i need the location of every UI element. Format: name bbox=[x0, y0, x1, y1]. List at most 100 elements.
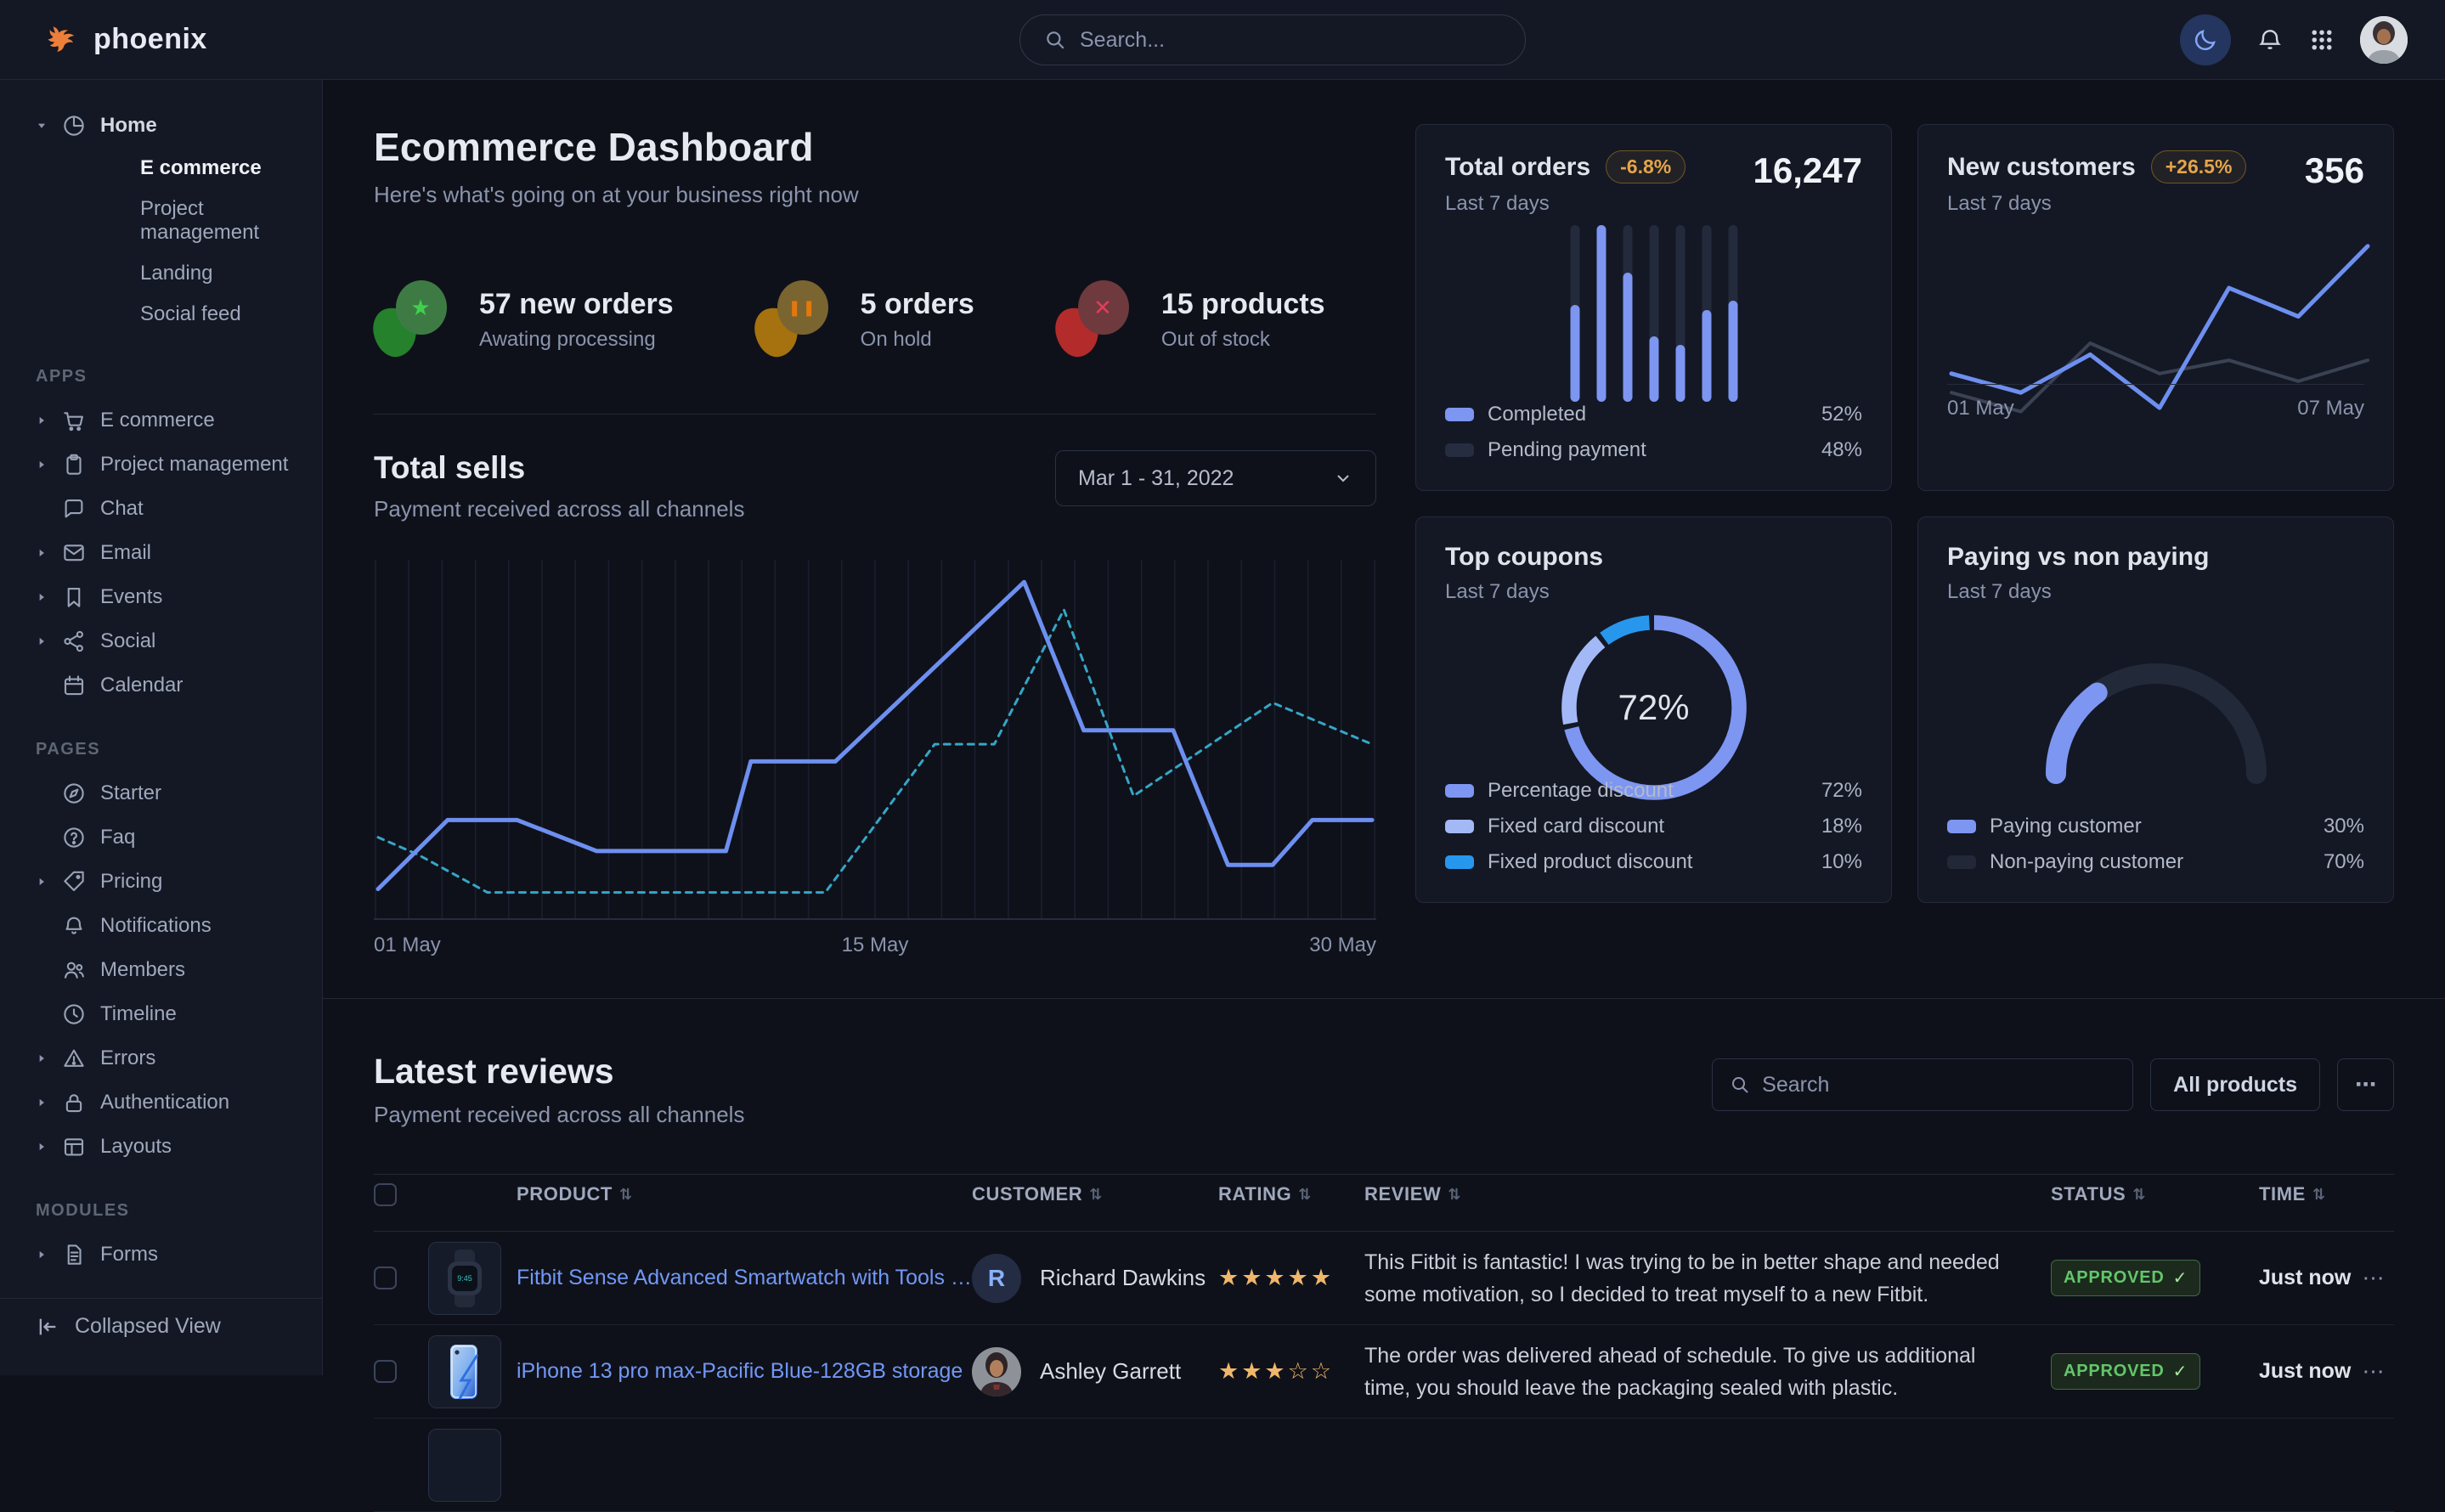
sidebar-item-timeline[interactable]: Timeline bbox=[0, 992, 322, 1036]
sidebar-subitem-e-commerce[interactable]: E commerce bbox=[0, 148, 322, 189]
legend-swatch bbox=[1445, 408, 1474, 421]
sort-icon: ⇅ bbox=[1448, 1186, 1461, 1204]
new-customers-card: New customers +26.5% Last 7 days 356 01 … bbox=[1917, 124, 2394, 491]
global-search[interactable] bbox=[1019, 14, 1526, 65]
card-period: Last 7 days bbox=[1947, 580, 2364, 604]
product-link[interactable]: Fitbit Sense Advanced Smartwatch with To… bbox=[517, 1266, 972, 1290]
reviews-subtitle: Payment received across all channels bbox=[374, 1102, 744, 1128]
review-time: Just now bbox=[2259, 1359, 2352, 1384]
sidebar-item-pricing[interactable]: Pricing bbox=[0, 860, 322, 904]
column-header-rating[interactable]: RATING⇅ bbox=[1218, 1183, 1364, 1205]
theme-toggle-button[interactable] bbox=[2180, 14, 2231, 65]
sidebar-item-label: Errors bbox=[100, 1047, 155, 1070]
question-icon bbox=[61, 825, 87, 850]
orders-bar-chart bbox=[1570, 225, 1737, 402]
reviews-title: Latest reviews bbox=[374, 1052, 744, 1092]
sort-icon: ⇅ bbox=[1089, 1186, 1103, 1204]
sidebar-subitem-project-management[interactable]: Project management bbox=[0, 189, 322, 253]
warning-icon bbox=[61, 1046, 87, 1071]
review-time: Just now bbox=[2259, 1266, 2352, 1290]
sidebar-item-label: Forms bbox=[100, 1243, 158, 1267]
new-customers-x-axis: 01 May 07 May bbox=[1947, 384, 2364, 420]
sidebar-item-email[interactable]: Email bbox=[0, 531, 322, 575]
order-bar bbox=[1596, 225, 1606, 402]
sidebar-item-label: Calendar bbox=[100, 674, 183, 697]
sidebar-item-forms[interactable]: Forms bbox=[0, 1233, 322, 1274]
row-checkbox[interactable] bbox=[374, 1360, 397, 1383]
column-header-time[interactable]: TIME⇅ bbox=[2259, 1183, 2352, 1205]
sidebar-item-starter[interactable]: Starter bbox=[0, 771, 322, 815]
sidebar-item-faq[interactable]: Faq bbox=[0, 815, 322, 860]
sidebar-item-notifications[interactable]: Notifications bbox=[0, 904, 322, 948]
status-badge: APPROVED ✓ bbox=[2051, 1353, 2200, 1390]
legend-label: Non-paying customer bbox=[1990, 850, 2183, 874]
column-header-product[interactable]: PRODUCT⇅ bbox=[428, 1183, 972, 1205]
collapse-view-button[interactable]: Collapsed View bbox=[0, 1298, 322, 1354]
apps-grid-button[interactable] bbox=[2309, 27, 2335, 53]
card-value: 16,247 bbox=[1753, 150, 1862, 191]
row-menu-button[interactable]: ⋯ bbox=[2352, 1358, 2394, 1385]
column-header-customer[interactable]: CUSTOMER⇅ bbox=[972, 1183, 1218, 1205]
stat-sublabel: Awating processing bbox=[479, 328, 674, 352]
legend-row: Completed52% bbox=[1445, 397, 1862, 432]
table-row[interactable] bbox=[374, 1419, 2394, 1512]
search-input[interactable] bbox=[1080, 28, 1501, 53]
sidebar-subitem-social-feed[interactable]: Social feed bbox=[0, 294, 322, 335]
dashboard-top: Ecommerce Dashboard Here's what's going … bbox=[323, 80, 2445, 957]
collapse-label: Collapsed View bbox=[75, 1314, 221, 1339]
legend-row: Percentage discount72% bbox=[1445, 773, 1862, 809]
reviews-search[interactable] bbox=[1712, 1058, 2133, 1111]
sidebar-item-events[interactable]: Events bbox=[0, 575, 322, 619]
caret-right-icon bbox=[36, 1141, 48, 1153]
share-icon bbox=[61, 629, 87, 654]
user-avatar[interactable] bbox=[2360, 16, 2408, 64]
review-text: The order was delivered ahead of schedul… bbox=[1364, 1340, 2051, 1404]
order-bar bbox=[1702, 225, 1711, 402]
svg-text:9:45: 9:45 bbox=[457, 1274, 472, 1283]
stat-value: 5 orders bbox=[861, 288, 974, 321]
all-products-button[interactable]: All products bbox=[2150, 1058, 2320, 1111]
sidebar-item-authentication[interactable]: Authentication bbox=[0, 1080, 322, 1125]
sidebar-item-calendar[interactable]: Calendar bbox=[0, 663, 322, 708]
sidebar-item-chat[interactable]: Chat bbox=[0, 487, 322, 531]
legend-label: Fixed card discount bbox=[1488, 815, 1664, 838]
reviews-search-input[interactable] bbox=[1762, 1073, 2115, 1097]
users-icon bbox=[61, 957, 87, 983]
sidebar-item-project-management[interactable]: Project management bbox=[0, 443, 322, 487]
reviews-menu-button[interactable]: ⋯ bbox=[2337, 1058, 2394, 1111]
legend-value: 48% bbox=[1821, 438, 1862, 462]
stat-value: 57 new orders bbox=[479, 288, 674, 321]
sidebar-nav: HomeE commerceProject managementLandingS… bbox=[0, 80, 322, 1274]
caret-right-icon bbox=[36, 415, 48, 426]
table-header-row: PRODUCT⇅CUSTOMER⇅RATING⇅REVIEW⇅STATUS⇅TI… bbox=[374, 1174, 2394, 1232]
sidebar-item-errors[interactable]: Errors bbox=[0, 1036, 322, 1080]
column-header-status[interactable]: STATUS⇅ bbox=[2051, 1183, 2259, 1205]
sidebar-item-layouts[interactable]: Layouts bbox=[0, 1125, 322, 1169]
legend-swatch bbox=[1947, 820, 1976, 833]
row-checkbox[interactable] bbox=[374, 1267, 397, 1289]
top-coupons-card: Top coupons Last 7 days 72% Percentage d… bbox=[1415, 516, 1892, 903]
table-row[interactable]: 9:45 Fitbit Sense Advanced Smartwatch wit… bbox=[374, 1232, 2394, 1325]
sidebar-item-members[interactable]: Members bbox=[0, 948, 322, 992]
table-row[interactable]: iPhone 13 pro max-Pacific Blue-128GB sto… bbox=[374, 1325, 2394, 1419]
sidebar-item-social[interactable]: Social bbox=[0, 619, 322, 663]
stat-sublabel: On hold bbox=[861, 328, 974, 352]
row-menu-button[interactable]: ⋯ bbox=[2352, 1265, 2394, 1291]
stat-item: ✕15 productsOut of stock bbox=[1056, 280, 1325, 358]
product-link[interactable]: iPhone 13 pro max-Pacific Blue-128GB sto… bbox=[517, 1359, 963, 1384]
notifications-button[interactable] bbox=[2256, 26, 2284, 54]
collapse-icon bbox=[36, 1315, 59, 1339]
stat-item: ★57 new ordersAwating processing bbox=[374, 280, 674, 358]
card-title: Top coupons bbox=[1445, 543, 1603, 572]
rating-stars: ★★★☆☆ bbox=[1218, 1358, 1364, 1385]
stat-sublabel: Out of stock bbox=[1161, 328, 1325, 352]
date-range-select[interactable]: Mar 1 - 31, 2022 bbox=[1055, 450, 1376, 506]
sidebar-item-e-commerce[interactable]: E commerce bbox=[0, 398, 322, 443]
column-header-review[interactable]: REVIEW⇅ bbox=[1364, 1183, 2051, 1205]
brand[interactable]: phoenix bbox=[0, 22, 323, 58]
sidebar-item-home[interactable]: Home bbox=[0, 104, 322, 148]
x-icon: ✕ bbox=[1056, 280, 1131, 358]
select-all-checkbox[interactable] bbox=[374, 1183, 397, 1206]
caret-right-icon bbox=[36, 547, 48, 559]
sidebar-subitem-landing[interactable]: Landing bbox=[0, 253, 322, 294]
